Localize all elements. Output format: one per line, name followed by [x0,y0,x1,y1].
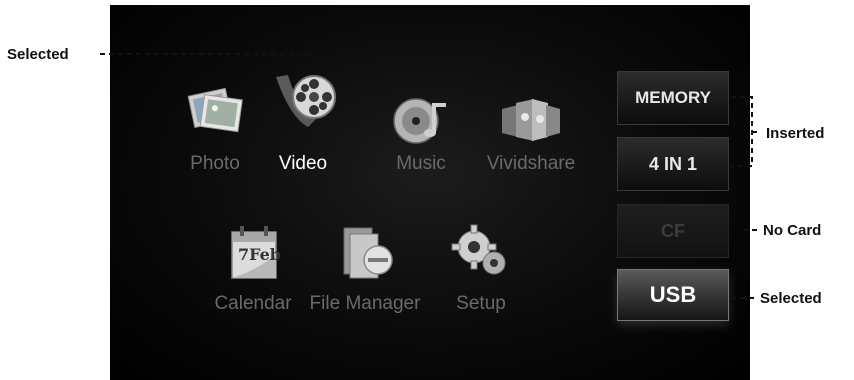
leader-line-memory [731,96,753,167]
leader-line-video [100,53,313,70]
callout-lines [100,53,760,299]
